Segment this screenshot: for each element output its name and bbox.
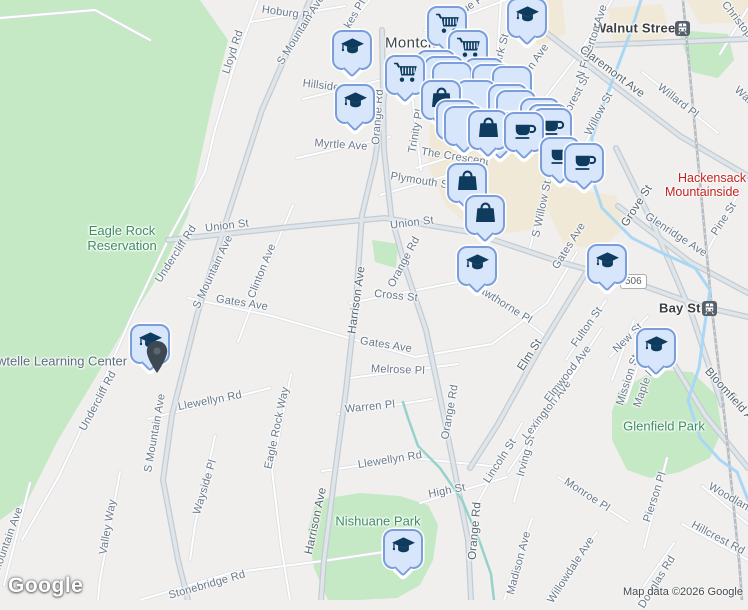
shopping-bag-icon	[473, 200, 498, 230]
graduation-cap-icon	[644, 333, 669, 363]
school-marker[interactable]	[383, 529, 423, 569]
school-marker[interactable]	[636, 328, 676, 368]
shopping-marker[interactable]	[468, 110, 508, 150]
location-pin[interactable]	[145, 340, 169, 379]
school-marker[interactable]	[335, 84, 375, 124]
shopping-cart-icon	[393, 60, 418, 90]
coffee-cup-icon	[572, 148, 597, 178]
train-station-icon[interactable]	[702, 301, 717, 316]
supermarket-marker[interactable]	[385, 55, 425, 95]
school-marker[interactable]	[332, 30, 372, 70]
graduation-cap-icon	[343, 89, 368, 119]
graduation-cap-icon	[595, 249, 620, 279]
school-marker[interactable]	[587, 244, 627, 284]
graduation-cap-icon	[465, 251, 490, 281]
map-attribution: Map data ©2026 Google	[622, 586, 743, 598]
google-logo[interactable]: Google	[8, 574, 83, 598]
graduation-cap-icon	[340, 35, 365, 65]
school-marker[interactable]	[507, 0, 547, 38]
shopping-bag-icon	[455, 168, 480, 198]
cafe-marker[interactable]	[564, 143, 604, 183]
shopping-marker[interactable]	[465, 195, 505, 235]
cafe-marker[interactable]	[504, 112, 544, 152]
coffee-cup-icon	[512, 117, 537, 147]
train-station-icon[interactable]	[675, 21, 690, 36]
map-pin-icon	[146, 341, 168, 373]
graduation-cap-icon	[391, 534, 416, 564]
map-viewport[interactable]: { "map": { "logo_text": "Google", "attri…	[0, 0, 748, 610]
graduation-cap-icon	[515, 3, 540, 33]
school-marker[interactable]	[457, 246, 497, 286]
shopping-bag-icon	[476, 115, 501, 145]
